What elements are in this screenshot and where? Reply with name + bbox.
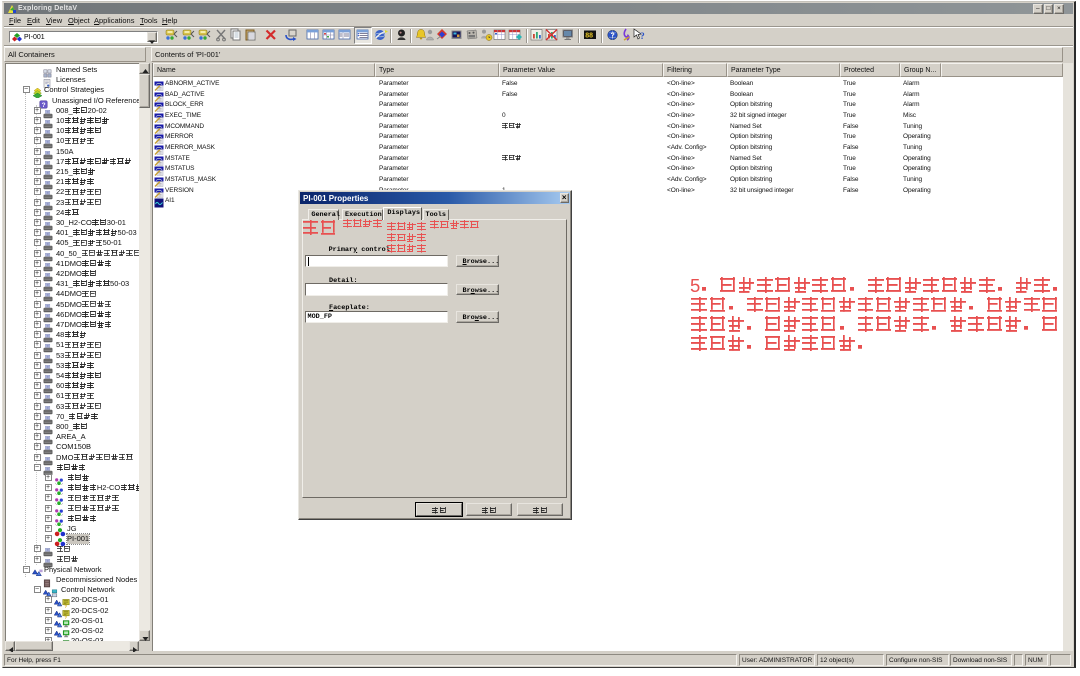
svg-text:88: 88: [585, 33, 593, 40]
svg-text:?: ?: [640, 32, 645, 42]
svg-text:?: ?: [611, 33, 615, 40]
